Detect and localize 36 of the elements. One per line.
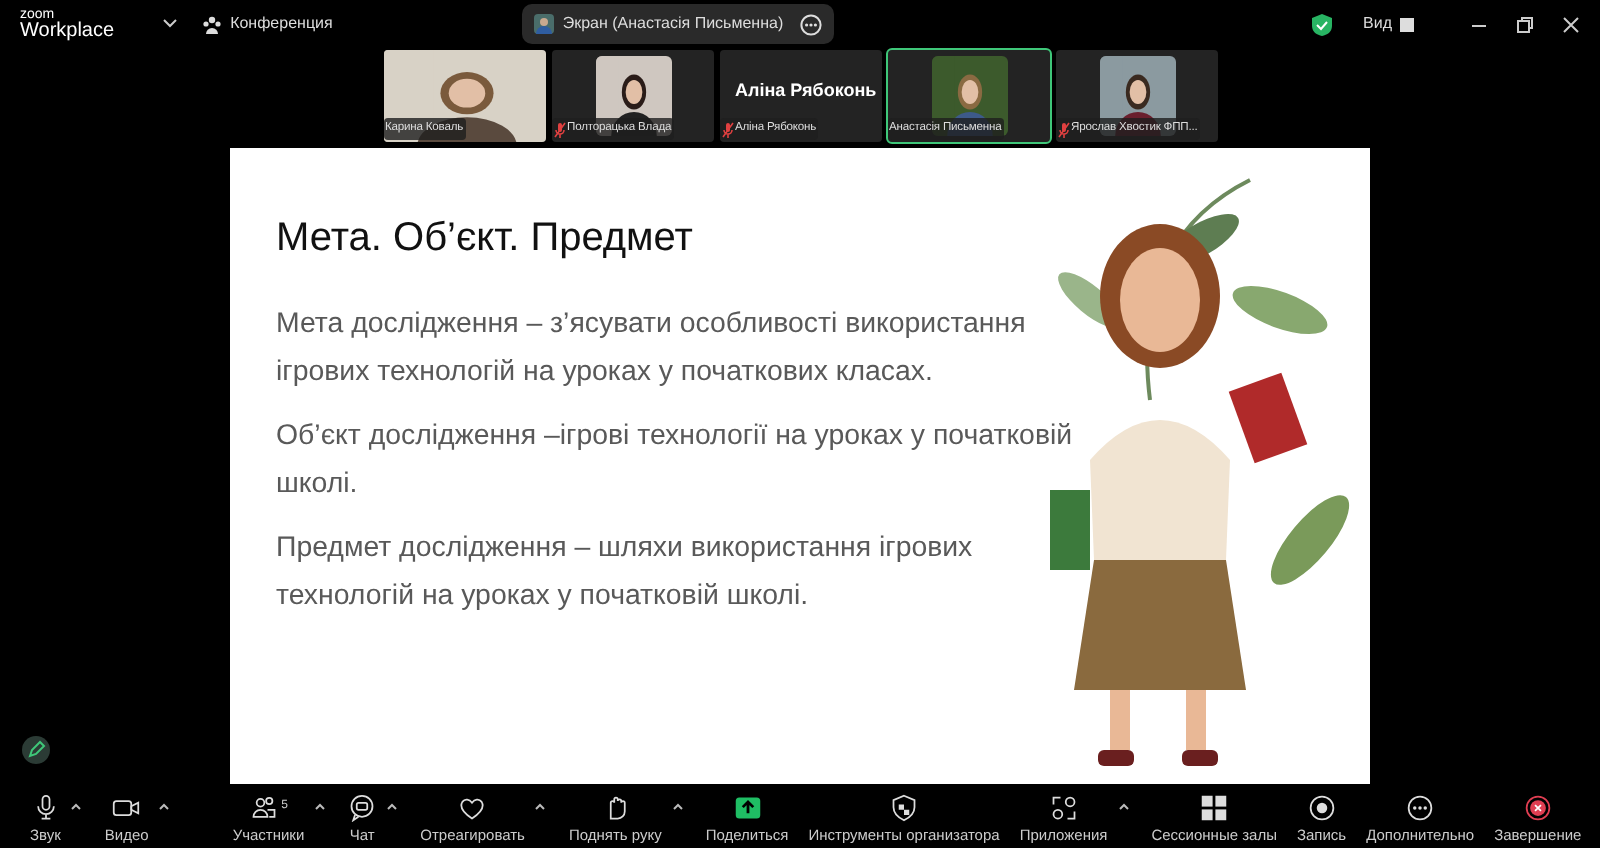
avatar-icon: [534, 14, 555, 34]
close-icon: [1523, 793, 1552, 821]
grid-icon[interactable]: [1400, 17, 1414, 31]
shield-icon: [890, 793, 919, 821]
apps-icon: [1049, 793, 1078, 821]
microphone-icon: [31, 793, 60, 821]
caret-icon[interactable]: [162, 18, 179, 30]
grid-icon: [1200, 793, 1229, 821]
close-icon[interactable]: [1562, 15, 1580, 33]
heart-icon: [458, 793, 487, 821]
more-icon: [1406, 793, 1435, 821]
people-icon: [202, 15, 223, 33]
caret-icon[interactable]: [671, 801, 684, 809]
slide-paragraph: Об’єкт дослідження –ігрові технології на уроках у початковій школі.: [276, 418, 1075, 504]
caret-icon[interactable]: [314, 801, 327, 809]
caret-icon[interactable]: [158, 801, 171, 809]
caret-icon[interactable]: [534, 801, 547, 809]
caret-icon[interactable]: [70, 801, 83, 809]
pen-icon[interactable]: [22, 736, 50, 764]
share-icon: [733, 793, 762, 821]
slide-paragraph: Предмет дослідження – шляхи використання ігрових технологій на уроках у початковій школі.: [276, 530, 975, 616]
people-icon: [249, 793, 278, 821]
more-icon[interactable]: [799, 13, 822, 35]
view-label: Вид: [1363, 12, 1392, 36]
participant-name: Аліна Рябоконь: [735, 78, 877, 104]
shield-icon: [1311, 13, 1332, 35]
share-label: Экран (Анастасія Письменна): [562, 12, 784, 36]
slide-title: Мета. Об’єкт. Предмет: [276, 214, 695, 264]
chat-icon: [348, 793, 377, 821]
meeting-label: Конференция: [230, 12, 333, 36]
caret-icon[interactable]: [386, 801, 399, 809]
record-icon: [1307, 793, 1336, 821]
logo-text: Workplace: [20, 21, 115, 41]
caret-icon[interactable]: [1117, 801, 1130, 809]
restore-icon[interactable]: [1516, 15, 1534, 33]
slide-paragraph: Мета дослідження – з’ясувати особливості використання ігрових технологій на уроках у початкових класах.: [276, 306, 1028, 392]
